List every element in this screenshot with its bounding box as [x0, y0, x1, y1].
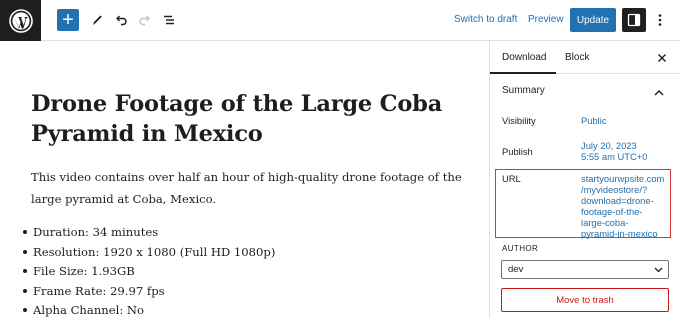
bullet-icon	[23, 288, 27, 293]
author-label: AUTHOR	[502, 244, 539, 253]
update-button[interactable]: Update	[570, 8, 616, 32]
visibility-value-link[interactable]: Public	[581, 115, 607, 126]
url-link[interactable]: startyourwpsite.com /myvideostore/? down…	[581, 173, 664, 239]
list-view-icon[interactable]	[158, 8, 180, 32]
publish-date-link[interactable]: July 20, 2023 5:55 am UTC+0	[581, 140, 647, 162]
post-title[interactable]: Drone Footage of the Large Coba Pyramid …	[31, 89, 451, 149]
wordpress-logo-icon[interactable]	[0, 0, 41, 41]
publish-row: Publish July 20, 2023 5:55 am UTC+0	[490, 140, 680, 164]
sidebar-tabs: Download Block	[490, 41, 680, 74]
chevron-down-icon	[654, 267, 663, 273]
visibility-row: Visibility Public	[490, 115, 680, 129]
editor-toolbar: + Switch to draft Preview Update	[0, 0, 680, 41]
post-paragraph[interactable]: This video contains over half an hour of…	[31, 166, 471, 210]
url-line: /myvideostore/?	[581, 184, 648, 195]
url-line: large-coba-	[581, 217, 629, 228]
preview-button[interactable]: Preview	[528, 14, 564, 25]
tab-download[interactable]: Download	[502, 52, 546, 63]
summary-title: Summary	[502, 85, 545, 96]
sidebar-toggle-icon[interactable]	[622, 8, 646, 32]
bullet-icon	[23, 269, 27, 273]
bullet-icon	[23, 308, 27, 312]
list-item[interactable]: Frame Rate: 29.97 fps	[23, 282, 471, 302]
switch-to-draft-button[interactable]: Switch to draft	[454, 14, 517, 25]
publish-time: 5:55 am UTC+0	[581, 151, 648, 162]
bullet-icon	[23, 230, 27, 234]
visibility-label: Visibility	[502, 115, 536, 126]
redo-icon[interactable]	[134, 8, 156, 32]
post-list[interactable]: Duration: 34 minutes Resolution: 1920 x …	[23, 223, 471, 318]
editor-canvas[interactable]: Drone Footage of the Large Coba Pyramid …	[0, 41, 489, 318]
bullet-icon	[23, 249, 27, 254]
more-options-icon[interactable]	[653, 8, 667, 32]
url-label: URL	[502, 173, 521, 184]
chevron-up-icon[interactable]	[653, 85, 665, 96]
url-row: URL startyourwpsite.com /myvideostore/? …	[490, 173, 680, 239]
url-line: footage-of-the-	[581, 206, 643, 217]
author-selected-value: dev	[508, 264, 524, 275]
list-item[interactable]: Alpha Channel: No	[23, 301, 471, 318]
url-line: pyramid-in-mexico	[581, 228, 658, 239]
undo-icon[interactable]	[110, 8, 132, 32]
list-item[interactable]: File Size: 1.93GB	[23, 262, 471, 282]
list-item[interactable]: Duration: 34 minutes	[23, 223, 471, 243]
tab-block[interactable]: Block	[565, 52, 589, 63]
list-item[interactable]: Resolution: 1920 x 1080 (Full HD 1080p)	[23, 243, 471, 263]
publish-label: Publish	[502, 146, 533, 157]
author-select[interactable]: dev	[501, 260, 669, 279]
summary-panel-header[interactable]: Summary	[490, 74, 680, 104]
url-line: startyourwpsite.com	[581, 173, 665, 184]
add-block-button[interactable]: +	[57, 9, 79, 31]
publish-date: July 20, 2023	[581, 140, 637, 151]
move-to-trash-button[interactable]: Move to trash	[501, 288, 669, 312]
url-line: download=drone-	[581, 195, 654, 206]
close-icon[interactable]	[656, 51, 668, 63]
tools-pencil-icon[interactable]	[86, 8, 108, 32]
settings-sidebar: Download Block Summary Visibility Public…	[489, 41, 680, 318]
